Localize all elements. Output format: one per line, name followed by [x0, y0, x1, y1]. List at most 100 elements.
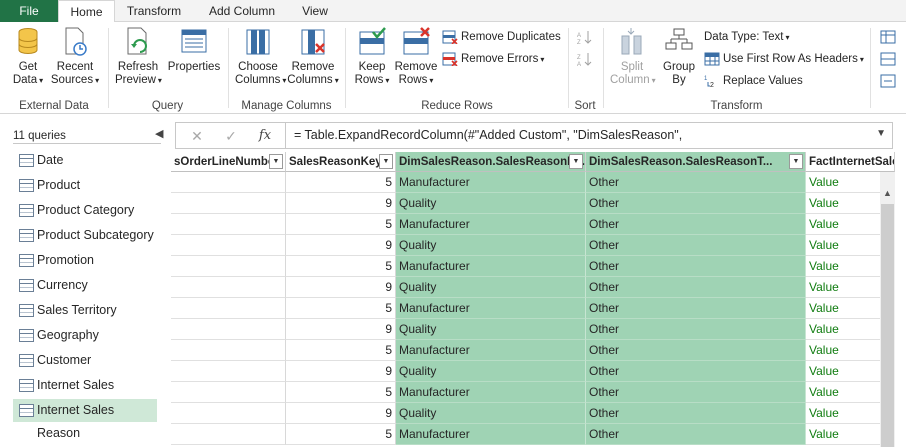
- remove-columns-button[interactable]: Remove Columns ▾: [287, 26, 339, 87]
- query-item-label: Product Subcategory: [37, 228, 154, 242]
- table-icon: [19, 179, 34, 192]
- query-item[interactable]: Date: [13, 149, 157, 172]
- table-cell: 9: [286, 277, 396, 298]
- remove-errors-label: Remove Errors: [461, 53, 539, 65]
- data-grid: sOrderLineNumber ▼ SalesReasonKey ▼ DimSales…: [171, 152, 895, 447]
- table-icon: [19, 354, 34, 367]
- sort-ascending-button[interactable]: AZ: [577, 28, 596, 46]
- remove-errors-icon: [442, 52, 458, 67]
- scroll-up-icon[interactable]: ▲: [883, 188, 892, 198]
- remove-rows-label-2: Rows: [398, 74, 428, 86]
- remove-duplicates-button[interactable]: Remove Duplicates: [442, 28, 561, 46]
- tab-view[interactable]: View: [292, 0, 338, 22]
- column-header-sales-reason-name[interactable]: DimSalesReason.SalesReasonNa... ▼: [396, 152, 586, 172]
- table-cell: Manufacturer: [396, 424, 586, 445]
- group-reduce-rows: Keep Rows ▾ Remove Rows ▾ Remove Duplicate…: [346, 22, 568, 114]
- query-item[interactable]: Promotion: [13, 249, 157, 272]
- column-header-fact-internet-sales[interactable]: FactInternetSales: [806, 152, 895, 172]
- refresh-preview-button[interactable]: Refresh Preview ▾: [115, 26, 162, 87]
- keep-rows-button[interactable]: Keep Rows ▾: [352, 26, 392, 87]
- column-filter-dropdown-icon[interactable]: ▼: [269, 154, 283, 169]
- table-cell: Quality: [396, 193, 586, 214]
- table-cell: [171, 340, 286, 361]
- query-item-label: Promotion: [37, 253, 94, 267]
- expand-formula-icon[interactable]: ▼: [876, 128, 886, 139]
- recent-sources-button[interactable]: Recent Sources ▾: [50, 26, 100, 87]
- table-cell: Other: [586, 172, 806, 193]
- get-data-label-2: Data: [12, 74, 38, 86]
- keep-rows-icon: [357, 26, 387, 58]
- query-item[interactable]: Geography: [13, 324, 157, 347]
- data-type-label: Data Type: Text: [704, 31, 784, 43]
- collapse-pane-icon[interactable]: ◀: [155, 127, 163, 140]
- column-header-label: FactInternetSales: [809, 156, 894, 168]
- split-column-icon: [617, 26, 647, 58]
- cancel-formula-button[interactable]: ✕: [182, 126, 212, 146]
- table-icon: [19, 329, 34, 342]
- remove-errors-button[interactable]: Remove Errors ▾: [442, 50, 544, 68]
- tab-file[interactable]: File: [0, 0, 58, 22]
- tab-add-column[interactable]: Add Column: [200, 0, 284, 22]
- query-item[interactable]: Internet Sales Reason: [13, 399, 157, 440]
- column-filter-dropdown-icon[interactable]: ▼: [789, 154, 803, 169]
- table-icon: [19, 304, 34, 317]
- formula-input[interactable]: = Table.ExpandRecordColumn(#"Added Custo…: [294, 128, 682, 142]
- vertical-scrollbar[interactable]: ▲: [880, 172, 895, 447]
- scrollbar-thumb[interactable]: [881, 204, 894, 447]
- group-external-data: Get Data ▾ Recent Sources ▾ External Data: [0, 22, 108, 114]
- data-type-dropdown[interactable]: Data Type: Text ▾: [704, 28, 790, 46]
- remove-duplicates-label: Remove Duplicates: [461, 31, 561, 43]
- group-overflow: [878, 22, 906, 114]
- get-data-button[interactable]: Get Data ▾: [8, 26, 48, 87]
- table-cell: [171, 403, 286, 424]
- choose-columns-button[interactable]: Choose Columns ▾: [235, 26, 286, 87]
- table-cell: 9: [286, 319, 396, 340]
- properties-icon: [179, 26, 209, 58]
- table-cell: Other: [586, 382, 806, 403]
- column-header-label: DimSalesReason.SalesReasonT...: [589, 156, 773, 168]
- table-cell: Other: [586, 256, 806, 277]
- table-cell: 9: [286, 235, 396, 256]
- tab-home[interactable]: Home: [58, 0, 115, 23]
- remove-columns-label-1: Remove: [291, 61, 335, 73]
- query-item[interactable]: Currency: [13, 274, 157, 297]
- group-label-external-data: External Data: [19, 100, 89, 112]
- column-header-sales-reason-key[interactable]: SalesReasonKey ▼: [286, 152, 396, 172]
- group-label-transform: Transform: [710, 100, 763, 112]
- table-cell: [171, 424, 286, 445]
- ribbon-divider: [870, 28, 871, 108]
- overflow-button-1[interactable]: [880, 28, 899, 46]
- column-filter-dropdown-icon[interactable]: ▼: [569, 154, 583, 169]
- svg-text:A: A: [577, 62, 581, 66]
- query-item[interactable]: Product Category: [13, 199, 157, 222]
- recent-sources-icon: [60, 26, 90, 58]
- commit-formula-button[interactable]: ✓: [216, 126, 246, 146]
- remove-rows-button[interactable]: Remove Rows ▾: [394, 26, 438, 87]
- sort-descending-button[interactable]: ZA: [577, 50, 596, 68]
- table-cell: Other: [586, 403, 806, 424]
- group-by-button[interactable]: Group By: [658, 26, 700, 87]
- query-item[interactable]: Customer: [13, 349, 157, 372]
- replace-values-button[interactable]: 12 Replace Values: [704, 72, 803, 90]
- overflow-button-3[interactable]: [880, 72, 899, 90]
- choose-columns-icon: [243, 26, 273, 58]
- query-item-label: Geography: [37, 328, 99, 342]
- fx-icon[interactable]: fx: [250, 126, 280, 146]
- column-filter-dropdown-icon[interactable]: ▼: [379, 154, 393, 169]
- query-item[interactable]: Internet Sales: [13, 374, 157, 397]
- split-column-button[interactable]: Split Column ▾: [610, 26, 656, 87]
- query-item[interactable]: Product Subcategory: [13, 224, 157, 247]
- use-first-row-headers-button[interactable]: Use First Row As Headers ▾: [704, 50, 864, 68]
- query-item[interactable]: Product: [13, 174, 157, 197]
- properties-label: Properties: [167, 61, 221, 73]
- tab-transform[interactable]: Transform: [118, 0, 190, 22]
- query-item[interactable]: Sales Territory: [13, 299, 157, 322]
- column-header-order-line-number[interactable]: sOrderLineNumber ▼: [171, 152, 286, 172]
- table-icon: [19, 154, 34, 167]
- table-cell: Other: [586, 424, 806, 445]
- table-header-icon: [704, 52, 720, 66]
- column-header-sales-reason-type[interactable]: DimSalesReason.SalesReasonT... ▼: [586, 152, 806, 172]
- properties-button[interactable]: Properties: [165, 26, 223, 74]
- overflow-button-2[interactable]: [880, 50, 899, 68]
- keep-rows-label-1: Keep: [358, 61, 386, 73]
